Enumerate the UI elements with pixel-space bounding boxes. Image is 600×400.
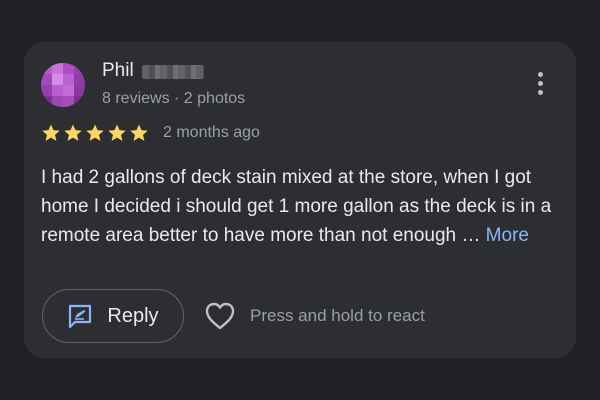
heart-icon[interactable]	[204, 301, 236, 331]
react-row: Press and hold to react	[204, 301, 425, 331]
author-meta: 8 reviews · 2 photos	[102, 90, 246, 107]
reply-label: Reply	[107, 304, 159, 327]
star-icon	[64, 124, 82, 141]
star-rating	[41, 123, 149, 143]
redacted-surname	[141, 65, 204, 79]
rating-row: 2 months ago	[41, 123, 260, 143]
review-card: Phil 8 reviews · 2 photos 2 months ago I…	[24, 42, 576, 358]
author-row: Phil	[102, 60, 204, 82]
more-vertical-icon[interactable]	[528, 68, 552, 98]
avatar[interactable]	[41, 63, 85, 107]
star-icon	[42, 124, 60, 141]
author-name[interactable]: Phil	[102, 60, 134, 82]
review-body: I had 2 gallons of deck stain mixed at t…	[41, 167, 552, 246]
review-text: I had 2 gallons of deck stain mixed at t…	[41, 163, 561, 250]
star-icon	[86, 124, 104, 141]
more-link[interactable]: More	[486, 225, 529, 246]
star-icon	[130, 124, 148, 141]
review-time: 2 months ago	[163, 124, 260, 141]
star-icon	[108, 124, 126, 141]
react-hint: Press and hold to react	[250, 306, 425, 325]
reply-icon	[67, 303, 93, 329]
reply-button[interactable]: Reply	[42, 289, 184, 343]
